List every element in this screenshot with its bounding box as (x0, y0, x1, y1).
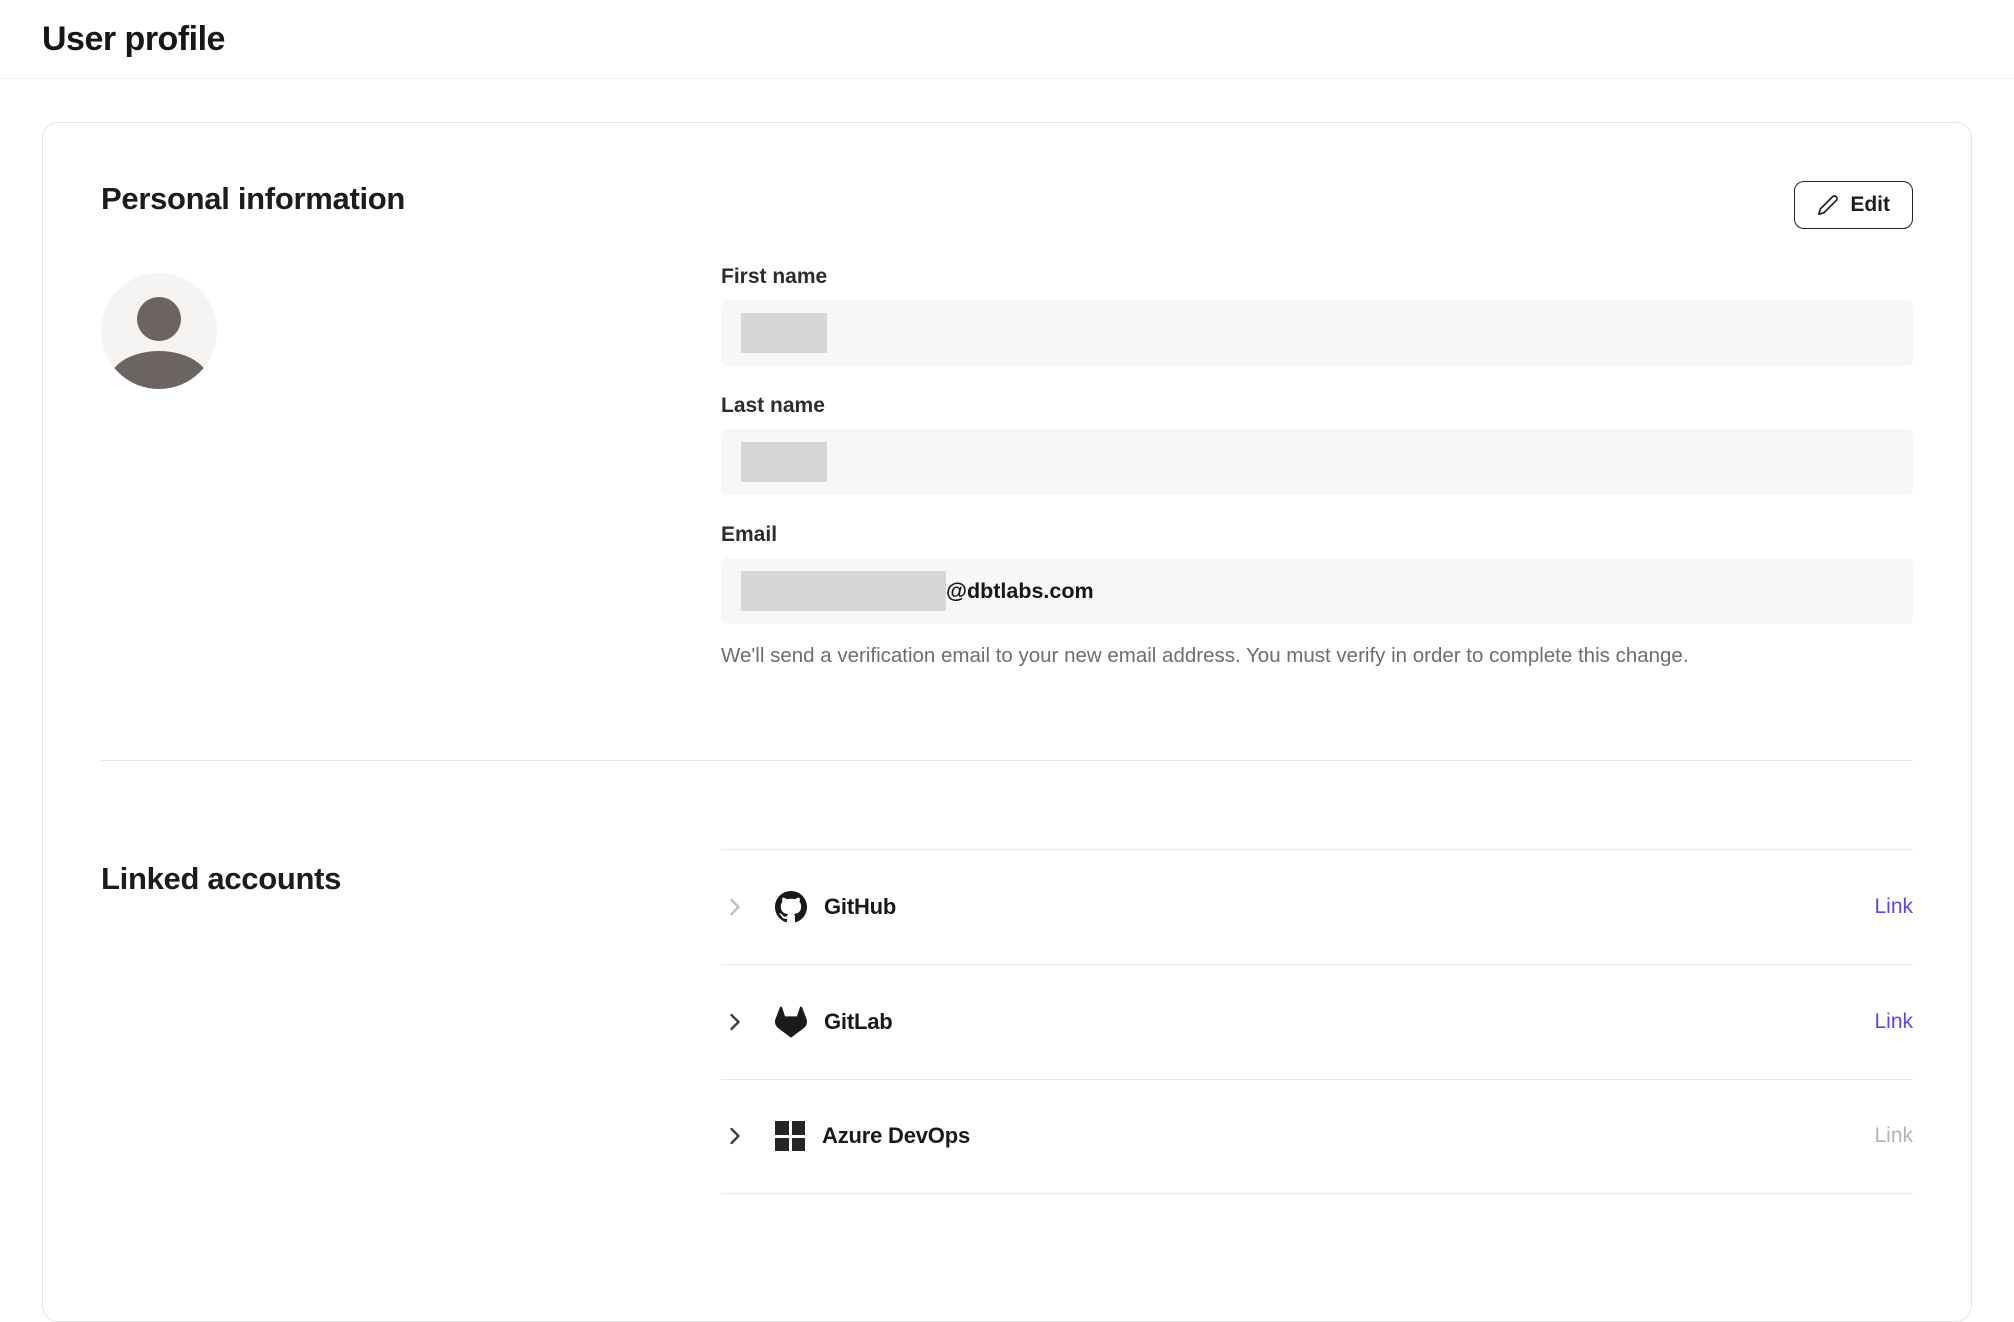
redacted-last-name-value (741, 442, 827, 482)
link-action-gitlab[interactable]: Link (1874, 1010, 1913, 1034)
chevron-right-icon[interactable] (721, 893, 749, 921)
email-label: Email (721, 523, 1913, 547)
chevron-right-icon[interactable] (721, 1122, 749, 1150)
account-name: Azure DevOps (822, 1123, 970, 1149)
last-name-label: Last name (721, 394, 1913, 418)
azure-devops-icon (775, 1121, 805, 1151)
profile-card: Personal information Edit First name (42, 122, 1972, 1322)
gitlab-icon (775, 1006, 807, 1038)
chevron-right-icon[interactable] (721, 1008, 749, 1036)
personal-information-section: Personal information Edit First name (101, 181, 1913, 670)
link-action-azure-devops[interactable]: Link (1874, 1124, 1913, 1148)
redacted-email-local-part (741, 571, 946, 611)
first-name-field[interactable] (721, 300, 1913, 366)
linked-accounts-section: Linked accounts GitHub Link (101, 849, 1913, 1194)
linked-account-row-gitlab: GitLab Link (721, 964, 1913, 1079)
edit-button-label: Edit (1850, 193, 1890, 217)
page-title: User profile (42, 20, 225, 59)
pencil-icon (1817, 194, 1839, 216)
section-divider (101, 760, 1913, 761)
linked-account-row-azure-devops: Azure DevOps Link (721, 1079, 1913, 1194)
account-name: GitLab (824, 1009, 892, 1035)
personal-information-heading: Personal information (101, 181, 405, 217)
account-name: GitHub (824, 894, 896, 920)
linked-account-row-github: GitHub Link (721, 849, 1913, 964)
first-name-label: First name (721, 265, 1913, 289)
linked-accounts-list: GitHub Link GitLab Link (721, 849, 1913, 1194)
edit-button[interactable]: Edit (1794, 181, 1913, 229)
page-header: User profile (0, 0, 2014, 79)
linked-accounts-heading: Linked accounts (101, 861, 721, 897)
link-action-github[interactable]: Link (1874, 895, 1913, 919)
avatar-person-icon (137, 297, 181, 341)
github-icon (775, 891, 807, 923)
avatar (101, 273, 217, 389)
last-name-field[interactable] (721, 429, 1913, 495)
email-domain-text: @dbtlabs.com (946, 579, 1094, 604)
redacted-first-name-value (741, 313, 827, 353)
email-field[interactable]: @dbtlabs.com (721, 558, 1913, 624)
email-help-text: We'll send a verification email to your … (721, 642, 1913, 670)
